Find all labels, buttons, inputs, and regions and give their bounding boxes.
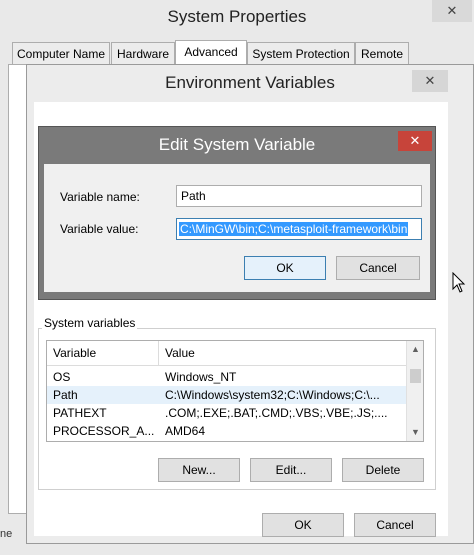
partial-text: ne bbox=[0, 528, 13, 540]
edit-dialog-close-icon[interactable]: ✕ bbox=[398, 131, 432, 151]
variable-value-input[interactable]: C:\MinGW\bin;C:\metasploit-framework\bin bbox=[176, 218, 422, 240]
tab-remote[interactable]: Remote bbox=[355, 42, 409, 64]
column-header-value[interactable]: Value bbox=[159, 341, 406, 365]
variable-name-text: Path bbox=[181, 189, 206, 203]
column-header-variable[interactable]: Variable bbox=[47, 341, 159, 365]
value-cell: Windows_NT bbox=[165, 370, 237, 384]
list-header: Variable Value bbox=[47, 341, 406, 366]
new-variable-button[interactable]: New... bbox=[158, 458, 240, 482]
variable-name-input[interactable]: Path bbox=[176, 185, 422, 207]
edit-dialog-cancel-button[interactable]: Cancel bbox=[336, 256, 420, 280]
variable-cell: PROCESSOR_A... bbox=[53, 424, 155, 438]
system-properties-title: System Properties bbox=[167, 7, 307, 26]
edit-variable-button[interactable]: Edit... bbox=[250, 458, 332, 482]
value-cell: .COM;.EXE;.BAT;.CMD;.VBS;.VBE;.JS;.... bbox=[165, 406, 388, 420]
system-variables-list[interactable]: Variable Value OS Windows_NT Path C:\Win… bbox=[46, 340, 424, 442]
environment-cancel-button[interactable]: Cancel bbox=[354, 513, 436, 537]
table-row[interactable]: PATHEXT .COM;.EXE;.BAT;.CMD;.VBS;.VBE;.J… bbox=[47, 404, 406, 422]
edit-dialog-ok-button[interactable]: OK bbox=[244, 256, 326, 280]
environment-ok-button[interactable]: OK bbox=[262, 513, 344, 537]
variable-value-label: Variable value: bbox=[60, 222, 139, 236]
system-properties-close-icon[interactable]: ✕ bbox=[432, 0, 472, 22]
environment-variables-title: Environment Variables bbox=[165, 73, 335, 92]
value-cell: C:\Windows\system32;C:\Windows;C:\... bbox=[165, 388, 380, 402]
value-cell: AMD64 bbox=[165, 424, 206, 438]
tab-advanced[interactable]: Advanced bbox=[175, 40, 247, 66]
edit-dialog-title: Edit System Variable bbox=[158, 135, 316, 154]
tab-hardware[interactable]: Hardware bbox=[111, 42, 175, 64]
variable-cell: PATHEXT bbox=[53, 406, 107, 420]
tab-computer-name[interactable]: Computer Name bbox=[12, 42, 110, 64]
scroll-thumb[interactable] bbox=[410, 369, 421, 383]
variable-name-label: Variable name: bbox=[60, 190, 140, 204]
variable-value-text: C:\MinGW\bin;C:\metasploit-framework\bin bbox=[179, 222, 409, 236]
variable-cell: OS bbox=[53, 370, 71, 384]
scroll-down-icon[interactable]: ▼ bbox=[407, 424, 423, 441]
table-row[interactable]: PROCESSOR_A... AMD64 bbox=[47, 422, 406, 440]
table-row-selected[interactable]: Path C:\Windows\system32;C:\Windows;C:\.… bbox=[47, 386, 406, 404]
table-row[interactable]: OS Windows_NT bbox=[47, 368, 406, 386]
system-variables-label: System variables bbox=[42, 316, 138, 330]
scroll-up-icon[interactable]: ▲ bbox=[407, 341, 423, 358]
environment-variables-close-icon[interactable]: ✕ bbox=[412, 70, 448, 92]
list-scrollbar[interactable]: ▲ ▼ bbox=[406, 341, 423, 441]
mouse-cursor-icon bbox=[452, 272, 466, 293]
delete-variable-button[interactable]: Delete bbox=[342, 458, 424, 482]
variable-cell: Path bbox=[53, 388, 78, 402]
tab-system-protection[interactable]: System Protection bbox=[247, 42, 355, 64]
